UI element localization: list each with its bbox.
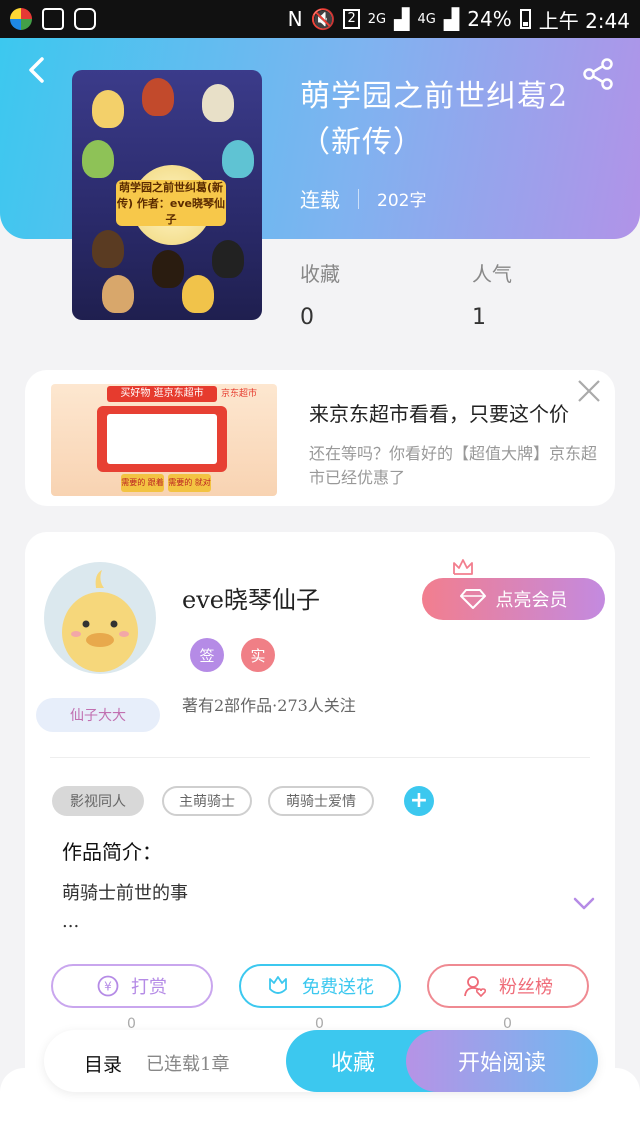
status-bar: Ν 🔇 2 2G ▟ 4G ▟ 24% 上午 2:44 (0, 0, 640, 38)
verified-tag: 实 (241, 638, 275, 672)
word-count: 202字 (377, 191, 427, 211)
start-reading-button[interactable]: 开始阅读 (406, 1030, 598, 1092)
intro-ellipsis: ... (62, 911, 80, 932)
ad-button-left: 需要的 跟着买 (121, 474, 164, 492)
diamond-icon (459, 589, 486, 609)
toc-button[interactable]: 目录 (84, 1050, 122, 1077)
avatar[interactable] (44, 562, 156, 674)
intro-body: 萌骑士前世的事 (62, 883, 188, 904)
vip-button[interactable]: 点亮会员 (422, 578, 605, 620)
tip-label: 打赏 (131, 977, 167, 998)
fans-icon (464, 976, 487, 998)
vip-button-label: 点亮会员 (495, 590, 568, 611)
battery-percent: 24% (467, 7, 512, 31)
cover-caption: 萌学园之前世纠葛(新传) 作者：eve晓琴仙子 (116, 180, 226, 226)
send-flower-label: 免费送花 (302, 977, 374, 998)
divider (50, 757, 590, 758)
signal-icon: ▟ (394, 7, 410, 31)
ad-banner-text: 买好物 逛京东超市 (107, 386, 217, 402)
ad-button-right: 需要的 就对了 (168, 474, 211, 492)
ad-card[interactable]: 买好物 逛京东超市 京东超市 需要的 跟着买 需要的 就对了 来京东超市看看，只… (25, 370, 615, 506)
ad-description: 还在等吗？你看好的【超值大牌】京东超市已经优惠了 (309, 444, 598, 487)
intro-heading: 作品简介： (62, 840, 162, 864)
favorites-stat: 收藏 0 (300, 258, 340, 330)
tip-button[interactable]: ¥ 打赏 (51, 964, 213, 1008)
nickname-badge: 仙子大大 (36, 698, 160, 732)
flower-icon (269, 976, 287, 994)
send-flower-button[interactable]: 免费送花 (239, 964, 401, 1008)
book-status: 连载 (300, 188, 340, 212)
sim-badge: 2 (343, 9, 360, 29)
tag-chip[interactable]: 影视同人 (52, 786, 144, 816)
yen-icon: ¥ (97, 975, 119, 997)
chapter-count[interactable]: 已连载1章 (146, 1050, 229, 1076)
tag-chip[interactable]: 萌骑士爱情 (268, 786, 374, 816)
paw-notification-icon (74, 8, 96, 30)
clock: 上午 2:44 (538, 8, 630, 33)
favorites-label: 收藏 (300, 262, 340, 286)
back-arrow-icon[interactable] (24, 56, 52, 84)
signal-icon-2: ▟ (443, 7, 460, 31)
popularity-label: 人气 (472, 262, 512, 286)
popularity-value: 1 (472, 305, 486, 330)
works-summary: 著有2部作品·273人关注 (182, 696, 356, 715)
ad-image[interactable]: 买好物 逛京东超市 京东超市 需要的 跟着买 需要的 就对了 (51, 384, 277, 496)
book-title: 萌学园之前世纠葛2（新传） (300, 79, 569, 160)
image-notification-icon (42, 8, 64, 30)
intro-text: 萌骑士前世的事 ... (62, 880, 188, 936)
chevron-down-icon[interactable] (572, 896, 596, 912)
tag-chip[interactable]: 主萌骑士 (162, 786, 252, 816)
nfc-icon: Ν (287, 7, 303, 31)
battery-icon (519, 9, 531, 29)
book-cover-image[interactable]: 萌学园之前世纠葛(新传) 作者：eve晓琴仙子 (72, 70, 262, 320)
popularity-stat: 人气 1 (472, 258, 512, 330)
mute-icon: 🔇 (310, 7, 336, 31)
signal-2g: 2G (367, 11, 387, 27)
favorites-value: 0 (300, 305, 314, 330)
ad-screen-graphic (97, 406, 227, 472)
ad-title: 来京东超市看看，只要这个价 (309, 402, 569, 426)
signal-4g: 4G (417, 11, 436, 27)
add-tag-button[interactable]: + (404, 786, 434, 816)
close-icon[interactable] (576, 378, 602, 404)
fans-rank-label: 粉丝榜 (499, 977, 553, 998)
signed-tag: 签 (190, 638, 224, 672)
fans-rank-button[interactable]: 粉丝榜 (427, 964, 589, 1008)
crown-icon (453, 559, 473, 575)
book-meta: 连载 202字 (300, 184, 426, 213)
svg-text:¥: ¥ (104, 980, 112, 994)
author-name[interactable]: eve晓琴仙子 (182, 580, 320, 615)
ad-logo-text: 京东超市 (221, 389, 258, 399)
meta-divider (358, 188, 359, 209)
app-notification-icon (10, 8, 32, 30)
